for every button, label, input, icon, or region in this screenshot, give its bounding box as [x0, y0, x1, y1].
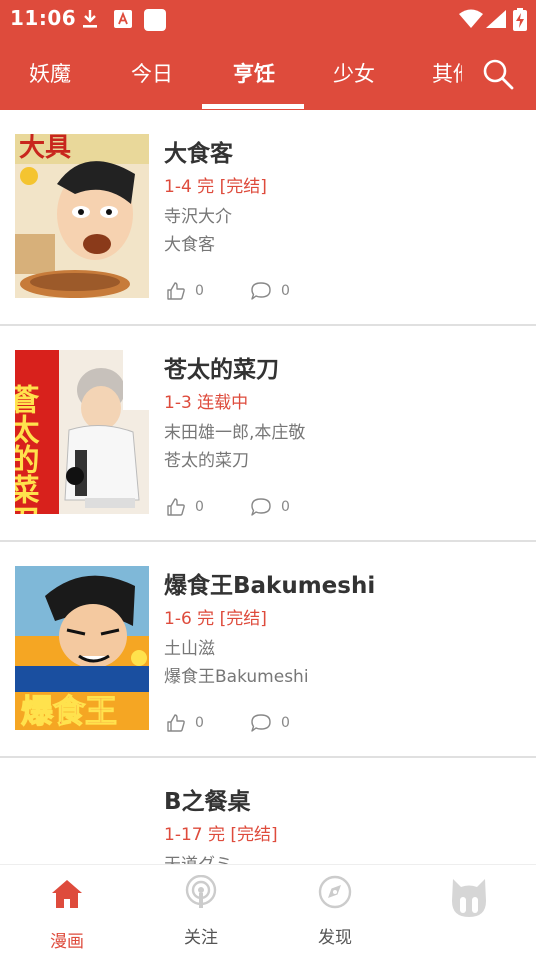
thumbs-up-icon: [167, 282, 185, 300]
comment-stat[interactable]: 0: [250, 712, 290, 734]
comic-title: 苍太的菜刀: [164, 357, 279, 383]
thumbs-up-icon: [167, 498, 185, 516]
cover-logo-text: 大具: [19, 134, 71, 163]
category-tabs: 妖魔 今日 亨饪 少女 其他: [0, 36, 536, 110]
comment-count: 0: [281, 499, 290, 515]
cover-logo-text: 爆食王: [21, 692, 117, 730]
like-stat[interactable]: 0: [166, 280, 204, 302]
like-count: 0: [195, 283, 204, 299]
nav-label-discover: 发现: [318, 928, 352, 948]
comic-author: 末田雄一郎,本庄敬: [164, 423, 306, 443]
nav-comics[interactable]: 漫画: [0, 865, 134, 954]
signal-icon: [486, 10, 506, 28]
list-item[interactable]: 爆食王 爆食王Bakumeshi 1-6 完 [完结] 土山滋 爆食王Bakum…: [0, 542, 536, 758]
cover-image: 大具: [15, 134, 149, 298]
tab-jinri[interactable]: 今日: [131, 58, 173, 88]
comment-stat[interactable]: 0: [250, 496, 290, 518]
like-count: 0: [195, 499, 204, 515]
font-a-icon: [114, 10, 132, 28]
nav-label-comics: 漫画: [50, 932, 84, 952]
comic-progress: 1-6 完 [完结]: [164, 609, 267, 629]
like-stat[interactable]: 0: [166, 712, 204, 734]
home-icon: [52, 880, 82, 908]
list-item[interactable]: B之餐桌 1-17 完 [完结] 天道グミ: [0, 758, 536, 864]
compass-icon: [318, 875, 352, 909]
nav-profile[interactable]: [402, 865, 536, 954]
bottom-nav: 漫画 关注 发现: [0, 864, 536, 954]
active-tab-indicator: [202, 104, 304, 109]
comic-subtitle: 大食客: [164, 235, 215, 255]
search-icon[interactable]: [480, 56, 516, 92]
comic-subtitle: 爆食王Bakumeshi: [164, 667, 309, 687]
comment-icon: [251, 498, 271, 516]
cover-image: 蒼太的菜刀: [15, 350, 149, 514]
comic-subtitle: 苍太的菜刀: [164, 451, 249, 471]
comic-progress: 1-17 完 [完结]: [164, 825, 278, 845]
comment-stat[interactable]: 0: [250, 280, 290, 302]
thumbs-up-icon: [167, 714, 185, 732]
nav-label-follow: 关注: [184, 928, 218, 948]
comic-progress: 1-4 完 [完结]: [164, 177, 267, 197]
like-stat[interactable]: 0: [166, 496, 204, 518]
comment-icon: [251, 714, 271, 732]
tab-qita[interactable]: 其他: [432, 58, 462, 88]
list-item[interactable]: 蒼太的菜刀 苍太的菜刀 1-3 连载中 末田雄一郎,本庄敬 苍太的菜刀 0: [0, 326, 536, 542]
tab-qita-clip: 其他: [432, 58, 462, 88]
cover-image: 爆食王: [15, 566, 149, 730]
cover-image: [15, 782, 149, 864]
nav-follow[interactable]: 关注: [134, 865, 268, 954]
tab-yaomo[interactable]: 妖魔: [29, 58, 71, 88]
list-item[interactable]: 大具 大食客 1-4 完 [完结] 寺沢大介 大食客 0 0: [0, 110, 536, 326]
comic-list: 大具 大食客 1-4 完 [完结] 寺沢大介 大食客 0 0 蒼太的菜 苍太的菜…: [0, 110, 536, 864]
podcast-icon: [185, 875, 217, 908]
comic-title: 爆食王Bakumeshi: [164, 573, 376, 599]
app-header: 11:06 妖魔 今日 亨饪 少女 其: [0, 0, 536, 110]
comment-count: 0: [281, 283, 290, 299]
tab-shaonv[interactable]: 少女: [333, 58, 375, 88]
comic-title: 大食客: [164, 141, 233, 167]
wifi-icon: [459, 9, 483, 28]
battery-charging-icon: [513, 8, 527, 31]
comic-title: B之餐桌: [164, 789, 251, 815]
comment-count: 0: [281, 715, 290, 731]
status-bar: 11:06: [0, 0, 536, 36]
comic-author: 天道グミ: [164, 850, 232, 864]
status-time: 11:06: [10, 6, 77, 30]
tab-pengren[interactable]: 亨饪: [233, 58, 275, 88]
comic-author: 土山滋: [164, 639, 215, 659]
like-count: 0: [195, 715, 204, 731]
download-icon: [83, 10, 97, 28]
comic-progress: 1-3 连载中: [164, 393, 249, 413]
comic-author: 寺沢大介: [164, 207, 232, 227]
nav-discover[interactable]: 发现: [268, 865, 402, 954]
app-square-icon: [144, 9, 166, 31]
comment-icon: [251, 282, 271, 300]
cat-avatar-icon: [452, 879, 486, 917]
app-root: 11:06 妖魔 今日 亨饪 少女 其 大具 大食客 1-4 完 [完结] 寺沢…: [0, 0, 536, 954]
cover-logo-text: 蒼太的菜刀: [15, 384, 40, 514]
